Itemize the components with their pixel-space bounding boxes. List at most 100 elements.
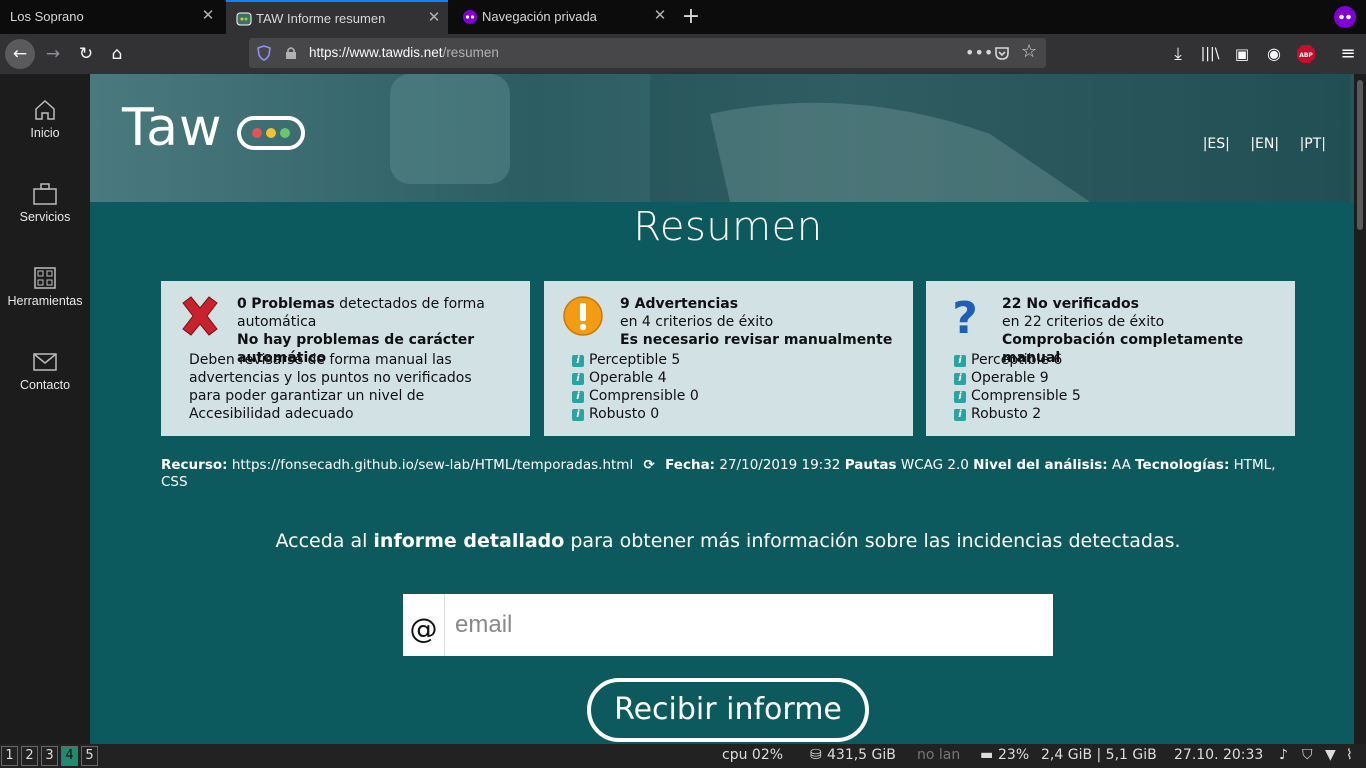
disk-icon: ⛁	[810, 747, 822, 763]
tech-label: Tecnologías:	[1135, 457, 1230, 473]
guidelines-label: Pautas	[844, 457, 897, 473]
url-bar[interactable]: https://www.tawdis.net/resumen ••• ☆	[249, 38, 1046, 68]
language-selector: |ES| |EN| |PT|	[1193, 136, 1326, 152]
problems-box: 0 Problemas detectados de forma automáti…	[161, 281, 530, 436]
warnings-box: 9 Advertencias en 4 criterios de éxito E…	[544, 281, 913, 436]
workspace-2[interactable]: 2	[21, 746, 38, 766]
warnings-item[interactable]: i Robusto 0	[572, 405, 892, 423]
adblock-plus-icon[interactable]: ABP	[1297, 45, 1315, 63]
info-icon: i	[954, 355, 966, 367]
home-icon[interactable]: ⌂	[102, 39, 132, 69]
battery-level: 23%	[998, 747, 1030, 763]
warnings-item[interactable]: i Perceptible 5	[572, 351, 892, 369]
warnings-item[interactable]: i Comprensible 0	[572, 387, 892, 405]
cta-suffix: para obtener más información sobre las i…	[564, 530, 1181, 552]
tab-los-soprano[interactable]: Los Soprano ✕	[0, 0, 222, 34]
close-icon[interactable]: ✕	[200, 8, 216, 24]
info-icon: i	[954, 409, 966, 421]
sidebar-item-inicio[interactable]: Inicio	[0, 98, 90, 182]
paperclip-icon[interactable]: ⌇	[1346, 747, 1353, 763]
receive-report-button[interactable]: Recibir informe	[587, 678, 869, 742]
guidelines-value: WCAG 2.0	[900, 457, 969, 473]
workspace-4[interactable]: 4	[61, 746, 78, 766]
pocket-icon[interactable]	[994, 45, 1010, 61]
item-label: Robusto 0	[589, 406, 660, 422]
cta-prefix: Acceda al	[275, 530, 374, 552]
page-title: Resumen	[633, 204, 823, 250]
workspace-5[interactable]: 5	[81, 746, 98, 766]
unverified-title: 22 No verificados	[1002, 296, 1139, 312]
item-label: Perceptible 6	[971, 352, 1063, 368]
warning-exclamation-icon	[563, 296, 603, 336]
lang-en[interactable]: |EN|	[1250, 136, 1279, 152]
url-text[interactable]: https://www.tawdis.net/resumen	[309, 45, 499, 60]
tab-navegacion-privada[interactable]: Navegación privada ✕	[452, 0, 674, 34]
download-icon[interactable]: ⤓	[1163, 39, 1193, 69]
lang-pt[interactable]: |PT|	[1300, 136, 1326, 152]
tab-label: Navegación privada	[482, 9, 597, 24]
close-icon[interactable]: ✕	[426, 10, 442, 26]
red-cross-icon	[182, 296, 218, 336]
lock-icon[interactable]	[285, 46, 297, 60]
warnings-item[interactable]: i Operable 4	[572, 369, 892, 387]
item-label: Operable 9	[971, 370, 1049, 386]
detailed-report-cta: Acceda al informe detallado para obtener…	[90, 530, 1366, 552]
unverified-item[interactable]: i Operable 9	[954, 369, 1274, 387]
problems-count: 0	[237, 296, 247, 312]
unverified-item[interactable]: i Comprensible 5	[954, 387, 1274, 405]
workspace-3[interactable]: 3	[41, 746, 58, 766]
lang-es[interactable]: |ES|	[1203, 136, 1230, 152]
sidebar-item-contacto[interactable]: Contacto	[0, 350, 90, 434]
taw-logo[interactable]: Taw	[122, 98, 223, 158]
briefcase-icon	[33, 183, 57, 205]
info-icon: i	[954, 391, 966, 403]
item-label: Robusto 2	[971, 406, 1042, 422]
new-tab-plus-icon[interactable]: +	[676, 2, 706, 32]
reload-icon[interactable]: ↻	[71, 39, 101, 69]
level-value: AA	[1111, 457, 1131, 473]
sidebar-toggle-icon[interactable]: ▣	[1227, 39, 1257, 69]
page-scrollbar[interactable]	[1354, 74, 1366, 744]
library-icon[interactable]: |||\	[1195, 39, 1225, 69]
warnings-note: Es necesario revisar manualmente	[620, 332, 893, 348]
analysis-metadata: Recurso: https://fonsecadh.github.io/sew…	[161, 457, 1301, 491]
sidebar-item-servicios[interactable]: Servicios	[0, 182, 90, 266]
forward-arrow-icon[interactable]: →	[38, 39, 68, 69]
info-icon: i	[572, 355, 584, 367]
level-label: Nivel del análisis:	[973, 457, 1108, 473]
sidebar-item-label: Servicios	[19, 210, 71, 224]
volume-icon[interactable]: ♪	[1279, 747, 1288, 763]
item-label: Comprensible 0	[589, 388, 699, 404]
unverified-item[interactable]: i Robusto 2	[954, 405, 1274, 423]
url-host: https://www.tawdis.net	[309, 45, 443, 60]
email-field-wrapper: @	[403, 594, 1053, 656]
back-arrow-icon[interactable]: ←	[5, 39, 35, 69]
resource-url[interactable]: https://fonsecadh.github.io/sew-lab/HTML…	[232, 457, 633, 473]
info-icon: i	[572, 409, 584, 421]
date-label: Fecha:	[665, 457, 716, 473]
item-label: Perceptible 5	[589, 352, 681, 368]
navigation-toolbar: ← → ↻ ⌂ https://www.tawdis.net/resumen •…	[0, 34, 1366, 74]
tab-label: TAW Informe resumen	[256, 11, 386, 26]
at-sign-icon: @	[403, 594, 445, 656]
workspace-1[interactable]: 1	[1, 746, 18, 766]
info-icon: i	[954, 373, 966, 385]
tab-label: Los Soprano	[10, 9, 84, 24]
close-icon[interactable]: ✕	[652, 8, 668, 24]
tracking-shield-icon[interactable]	[257, 45, 271, 61]
resource-label: Recurso:	[161, 457, 228, 473]
account-icon[interactable]: ◉	[1259, 39, 1289, 69]
hamburger-menu-icon[interactable]: ≡	[1333, 39, 1363, 69]
refresh-icon[interactable]: ⟳	[644, 457, 655, 473]
tab-taw-informe[interactable]: TAW Informe resumen ✕	[226, 0, 448, 34]
site-sidebar: Inicio Servicios Herramientas Contacto	[0, 74, 90, 744]
unverified-item[interactable]: i Perceptible 6	[954, 351, 1274, 369]
sidebar-item-herramientas[interactable]: Herramientas	[0, 266, 90, 350]
page-actions-icon[interactable]: •••	[965, 43, 993, 62]
item-label: Comprensible 5	[971, 388, 1081, 404]
wifi-icon[interactable]: ▼	[1325, 747, 1336, 763]
bookmark-star-icon[interactable]: ☆	[1021, 41, 1037, 62]
shield-tray-icon[interactable]: ⛉	[1302, 747, 1313, 763]
email-field[interactable]	[455, 606, 1045, 644]
taw-favicon-icon	[236, 12, 252, 26]
